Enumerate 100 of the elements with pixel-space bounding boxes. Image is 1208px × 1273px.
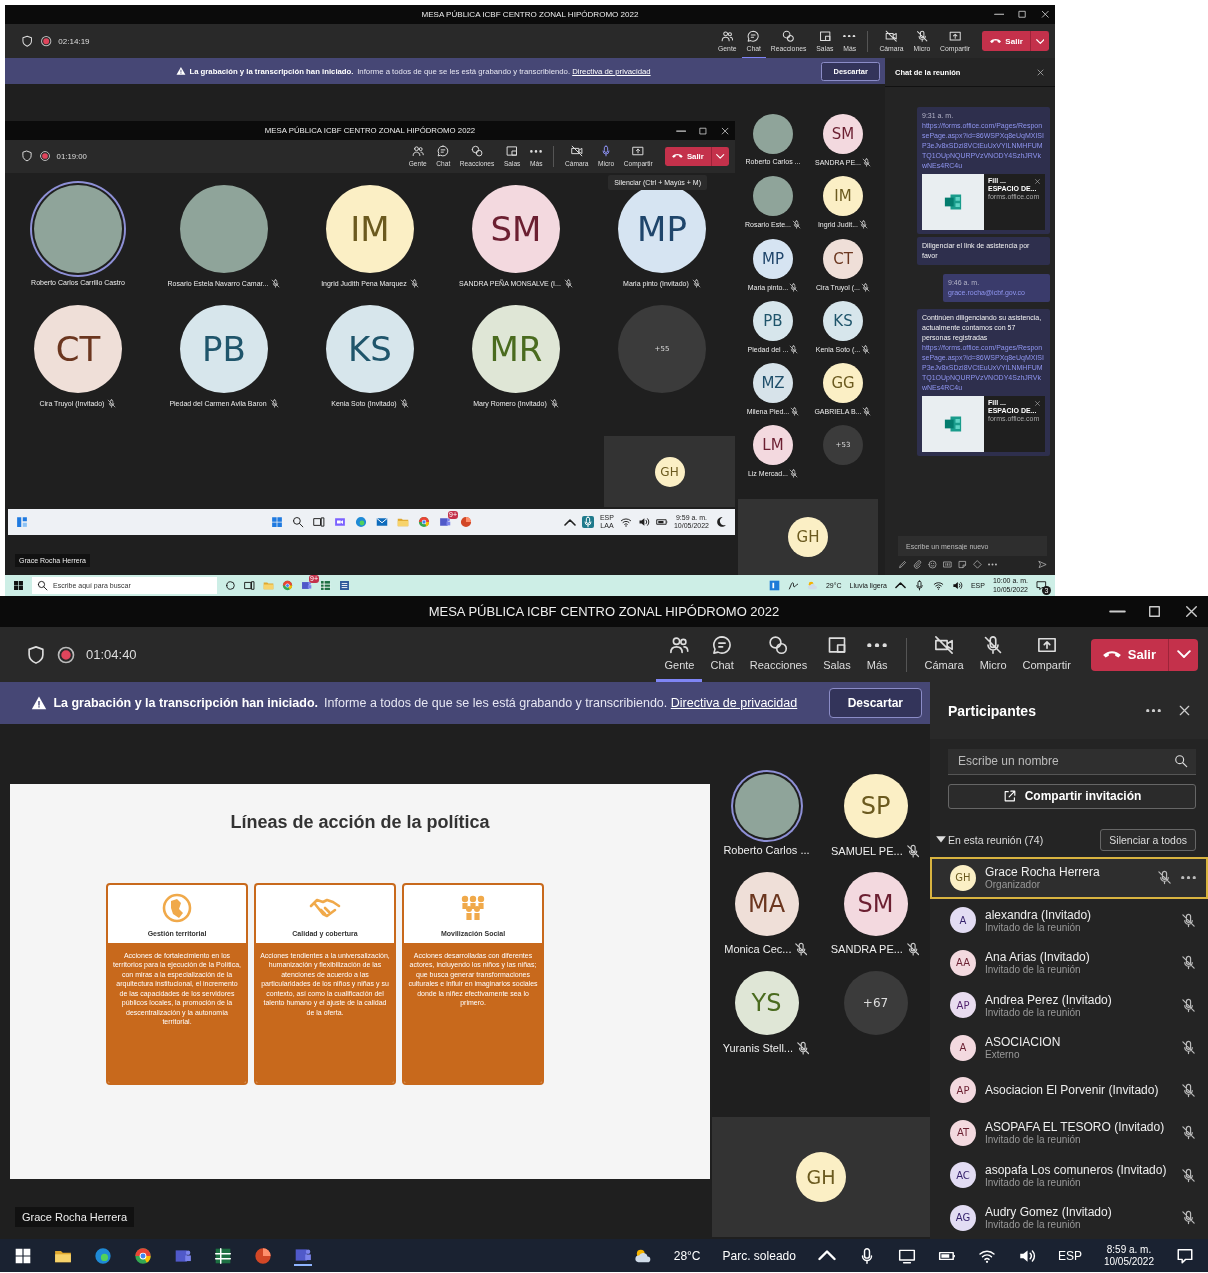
- document-icon[interactable]: [339, 580, 350, 591]
- mic-button[interactable]: Micro: [971, 627, 1015, 682]
- privacy-link[interactable]: Directiva de privacidad: [670, 696, 798, 710]
- leave-options-button[interactable]: [1168, 638, 1198, 671]
- search-field[interactable]: Escribe un nombre: [948, 749, 1196, 775]
- share-invitation-button[interactable]: Compartir invitación: [948, 783, 1196, 809]
- more-icon: [530, 149, 543, 153]
- participant-row[interactable]: A ASOCIACION Externo: [930, 1026, 1208, 1069]
- leave-options-button[interactable]: [1030, 31, 1049, 52]
- avatar: GH: [796, 1152, 846, 1202]
- chat-button[interactable]: Chat: [702, 627, 742, 682]
- mail-icon[interactable]: [376, 516, 388, 529]
- presentation-icon[interactable]: [254, 1246, 272, 1265]
- avatar: A: [950, 1034, 976, 1061]
- maximize-icon[interactable]: [1146, 603, 1163, 620]
- volume-icon[interactable]: [637, 516, 650, 529]
- rooms-button[interactable]: Salas: [815, 627, 859, 682]
- windows-logo-icon[interactable]: [13, 580, 24, 591]
- participant-name: SAMUEL PE...: [831, 845, 903, 858]
- slide-title: Líneas de acción de la política: [229, 812, 491, 833]
- share-icon: [948, 29, 962, 43]
- participant-name: Ana Arias (Invitado): [985, 950, 1091, 965]
- participant-row[interactable]: AP Asociacion El Porvenir (Invitado): [930, 1069, 1208, 1112]
- presentation-icon[interactable]: [460, 516, 472, 529]
- camera-button[interactable]: Cámara: [916, 627, 972, 682]
- avatar: SM: [843, 872, 908, 937]
- leave-button[interactable]: Salir: [1090, 638, 1168, 671]
- diamond-icon[interactable]: [973, 560, 982, 569]
- notice-text: Informe a todos de que se les está grabando y transcribiendo. Directiva de privacidad: [324, 696, 798, 710]
- wifi-icon[interactable]: [932, 580, 944, 591]
- leave-button[interactable]: Salir: [982, 31, 1031, 52]
- section-toggle[interactable]: En esta reunión (74): [936, 833, 1044, 846]
- participant-role: Invitado de la reunión: [985, 921, 1081, 933]
- participant-role: Externo: [985, 1049, 1021, 1061]
- participant-row[interactable]: AA Ana Arias (Invitado) Invitado de la reunión: [930, 941, 1208, 984]
- widgets-icon[interactable]: [16, 516, 28, 529]
- maximize-icon[interactable]: [697, 125, 708, 136]
- chat-icon: [747, 29, 760, 43]
- maximize-icon[interactable]: [1016, 9, 1028, 20]
- team-app-icon[interactable]: [301, 580, 312, 591]
- avatar: AC: [950, 1162, 976, 1189]
- mic-icon: [600, 145, 613, 158]
- moon-icon[interactable]: [715, 516, 727, 529]
- task-view-icon[interactable]: [244, 580, 255, 591]
- spreadsheet-icon[interactable]: [214, 1246, 232, 1265]
- search-input[interactable]: Escribe un nombre: [958, 749, 1174, 774]
- volume-icon[interactable]: [951, 580, 963, 591]
- windows-logo-icon[interactable]: [14, 1246, 32, 1265]
- camera-off-icon: [570, 145, 583, 158]
- reaction-icon: [768, 635, 789, 655]
- participant-row[interactable]: AP Andrea Perez (Invitado) Invitado de la reunión: [930, 984, 1208, 1027]
- share-button[interactable]: Compartir: [1014, 627, 1079, 682]
- more-icon[interactable]: [1181, 876, 1196, 880]
- participant-row[interactable]: AC asopafa Los comuneros (Invitado) Invitado de la reunión: [930, 1154, 1208, 1197]
- temperature[interactable]: 28°C: [673, 1248, 701, 1263]
- participant-row[interactable]: AT ASOPAFA EL TESORO (Invitado) Invitado de la reunión: [930, 1111, 1208, 1154]
- notification-icon[interactable]: [1176, 1246, 1194, 1265]
- reaction-icon: [471, 145, 484, 158]
- task-view-icon[interactable]: [313, 516, 325, 529]
- meeting-timer: 02:14:19: [58, 36, 90, 46]
- language-indicator[interactable]: ESP: [1057, 1248, 1082, 1263]
- share-icon: [632, 145, 645, 158]
- browser-icon[interactable]: [94, 1246, 112, 1265]
- participant-row[interactable]: A alexandra (Invitado) Invitado de la reunión: [930, 899, 1208, 942]
- close-icon[interactable]: [1177, 703, 1192, 718]
- more-participants-badge[interactable]: +67: [843, 970, 908, 1035]
- close-icon[interactable]: [1036, 67, 1045, 77]
- search-icon[interactable]: [292, 516, 304, 529]
- close-icon[interactable]: [720, 125, 731, 136]
- browser-icon[interactable]: [134, 1246, 152, 1265]
- mic-icon[interactable]: [913, 580, 925, 591]
- media-icon[interactable]: [943, 560, 952, 569]
- clock-time[interactable]: 8:59 a. m.: [1106, 1243, 1152, 1256]
- clock-date[interactable]: 10/05/2022: [1103, 1255, 1154, 1268]
- close-icon[interactable]: [1183, 603, 1200, 620]
- team-app-icon[interactable]: [439, 516, 451, 529]
- dismiss-button[interactable]: Descartar: [828, 688, 922, 718]
- emoji-icon[interactable]: [928, 560, 937, 569]
- sticker-icon[interactable]: [958, 560, 967, 569]
- notification-icon[interactable]: [1036, 580, 1047, 591]
- reactions-button[interactable]: Reacciones: [741, 627, 816, 682]
- chevron-up-icon[interactable]: [563, 518, 576, 526]
- participant-row[interactable]: GH Grace Rocha Herrera Organizador: [930, 856, 1208, 899]
- ink-icon[interactable]: [787, 580, 799, 591]
- paperclip-icon[interactable]: [913, 560, 922, 569]
- send-icon[interactable]: [1038, 560, 1047, 569]
- more-button[interactable]: Más: [858, 627, 896, 682]
- video-chat-icon[interactable]: [334, 516, 346, 529]
- mute-all-button[interactable]: Silenciar a todos: [1100, 828, 1196, 851]
- pen-icon[interactable]: [898, 560, 907, 569]
- leave-options-button[interactable]: [711, 146, 729, 167]
- more-icon[interactable]: [1146, 708, 1161, 713]
- chevron-up-icon[interactable]: [894, 582, 906, 589]
- recording-icon: [39, 35, 53, 48]
- participant-row[interactable]: AG Audry Gomez (Invitado) Invitado de la reunión: [930, 1196, 1208, 1239]
- wifi-icon[interactable]: [619, 516, 632, 529]
- close-icon[interactable]: [1039, 9, 1051, 20]
- app-icon[interactable]: [768, 580, 780, 591]
- avatar: CT: [34, 305, 122, 394]
- weather-text[interactable]: Parc. soleado: [722, 1248, 796, 1263]
